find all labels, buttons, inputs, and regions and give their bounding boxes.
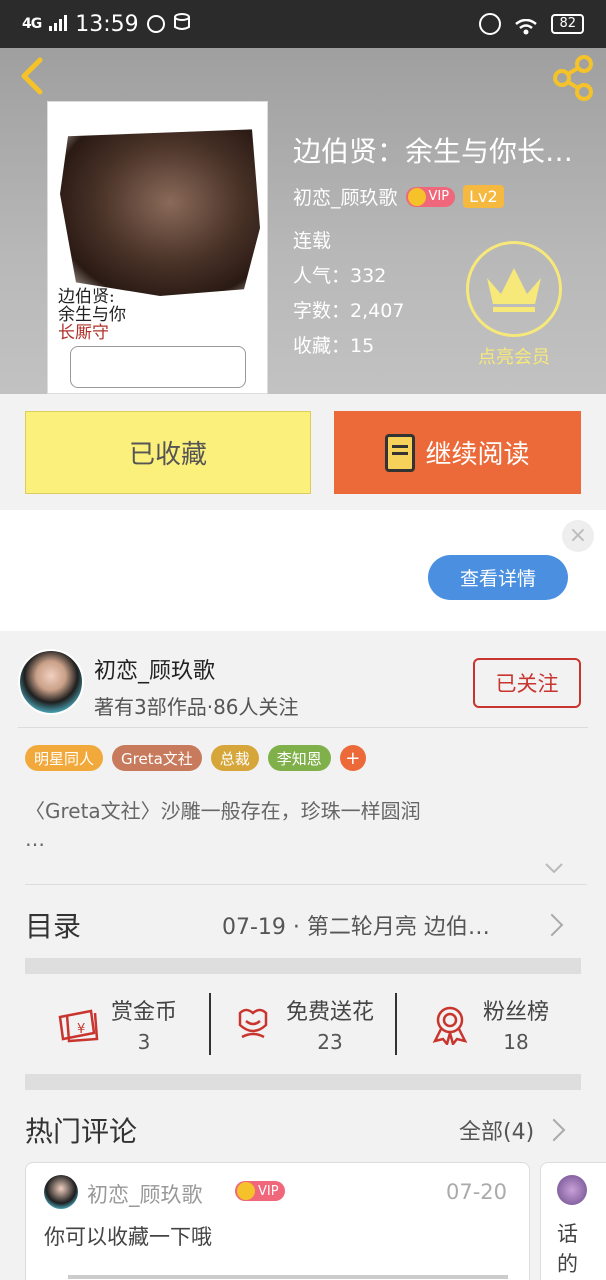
action-bar: 已收藏 继续阅读 [0, 394, 606, 510]
author-card: 初恋_顾玖歌 著有3部作品·86人关注 已关注 明星同人 Greta文社 总裁 … [0, 631, 606, 891]
chevron-right-icon [540, 913, 564, 937]
flower-label: 免费送花 [285, 1000, 374, 1025]
divider [25, 884, 587, 885]
book-popularity: 人气：332 [293, 265, 387, 287]
clock: 13:59 [75, 11, 139, 37]
reward-label: 赏金币 [110, 1000, 177, 1025]
battery-indicator: 82 [551, 14, 584, 34]
fans-label: 粉丝榜 [482, 1000, 549, 1025]
red-envelope-icon: ¥ [58, 1009, 99, 1043]
commenter-avatar[interactable] [44, 1175, 78, 1209]
section-separator [25, 958, 581, 974]
continue-reading-label: 继续阅读 [425, 440, 530, 470]
scroll-indicator [68, 1275, 508, 1279]
divider [18, 727, 588, 728]
book-cover[interactable]: 边伯贤: 余生与你 长厮守 [47, 101, 268, 394]
cover-title: 边伯贤: 余生与你 长厮守 [58, 287, 126, 343]
crown-icon [466, 241, 562, 337]
ad-banner: × 查看详情 [0, 510, 606, 631]
tag-list: 明星同人 Greta文社 总裁 李知恩 + [25, 745, 366, 771]
book-word-count: 字数：2,407 [293, 300, 405, 322]
stats-row: ¥ 赏金币 3 免费送花 23 粉丝榜 18 [25, 974, 581, 1074]
author-name[interactable]: 初恋_顾玖歌 [94, 653, 215, 685]
comment-card[interactable]: 初恋_顾玖歌 VIP 07-20 你可以收藏一下哦 [25, 1162, 530, 1280]
wifi-icon [515, 16, 538, 35]
share-button[interactable] [550, 54, 598, 102]
send-flower-button[interactable]: 免费送花 23 [209, 993, 395, 1055]
author-stats: 著有3部作品·86人关注 [94, 695, 299, 719]
book-status: 连载 [293, 230, 332, 252]
crown-icon [237, 1182, 255, 1200]
chevron-left-icon [21, 57, 43, 95]
member-label: 点亮会员 [478, 347, 550, 368]
comment-text: 你可以收藏一下哦 [44, 1225, 212, 1249]
commenter-name[interactable]: 初恋_顾玖歌 [87, 1179, 203, 1209]
comment-card[interactable]: 话的 [540, 1162, 606, 1280]
svg-text:¥: ¥ [77, 1022, 85, 1037]
fans-value: 18 [503, 1030, 529, 1054]
reward-value: 3 [137, 1030, 151, 1054]
member-button[interactable]: 点亮会员 [466, 241, 562, 369]
notification-icon [146, 15, 165, 33]
latest-chapter: 07-19 · 第二轮月亮 边伯… [222, 915, 490, 940]
hot-comments-title: 热门评论 [25, 1115, 138, 1148]
section-separator [25, 1074, 581, 1090]
author-avatar[interactable] [18, 649, 84, 715]
share-icon [553, 55, 593, 101]
flower-value: 23 [317, 1030, 343, 1054]
commenter-avatar[interactable] [557, 1175, 587, 1205]
catalog-title: 目录 [25, 910, 82, 943]
book-icon [385, 433, 416, 472]
comment-text: 话的 [557, 1222, 578, 1276]
chevron-right-icon[interactable] [542, 1118, 566, 1142]
vip-badge: VIP [405, 186, 456, 207]
flower-icon [238, 1008, 268, 1039]
continue-reading-button[interactable]: 继续阅读 [334, 411, 581, 494]
tag-item[interactable]: 明星同人 [25, 745, 104, 771]
book-header: 边伯贤: 余生与你 长厮守 边伯贤：余生与你长… 初恋_顾玖歌 VIP Lv2 … [0, 48, 606, 394]
chevron-down-icon[interactable] [545, 859, 563, 877]
cover-caption-box [70, 346, 246, 388]
medal-icon [432, 1006, 468, 1045]
alarm-icon [479, 13, 502, 35]
comment-date: 07-20 [446, 1180, 508, 1204]
tag-item[interactable]: 李知恩 [267, 745, 331, 771]
vip-badge: VIP [235, 1181, 285, 1201]
book-author-row: 初恋_顾玖歌 VIP Lv2 [293, 183, 504, 210]
tag-item[interactable]: Greta文社 [112, 745, 202, 771]
tag-item[interactable]: 总裁 [210, 745, 259, 771]
reward-coins-button[interactable]: ¥ 赏金币 3 [25, 993, 209, 1055]
crown-icon [407, 187, 426, 206]
all-comments-link[interactable]: 全部(4) [459, 1114, 534, 1146]
view-details-button[interactable]: 查看详情 [428, 555, 568, 600]
collected-button[interactable]: 已收藏 [25, 411, 311, 494]
back-button[interactable] [14, 56, 54, 96]
followed-button[interactable]: 已关注 [473, 658, 581, 708]
storage-icon [173, 12, 191, 36]
add-tag-button[interactable]: + [339, 745, 366, 771]
close-icon[interactable]: × [562, 520, 594, 552]
catalog-row[interactable]: 目录 07-19 · 第二轮月亮 边伯… [0, 891, 606, 958]
book-author[interactable]: 初恋_顾玖歌 [293, 183, 398, 210]
network-indicator: 4G [22, 16, 42, 32]
fans-ranking-button[interactable]: 粉丝榜 18 [395, 993, 581, 1055]
book-favorites: 收藏：15 [293, 335, 375, 357]
cover-photo [60, 129, 260, 296]
book-description[interactable]: 〈Greta文社〉沙雕一般存在，珍珠一样圆润 … [25, 797, 585, 853]
level-badge: Lv2 [463, 185, 504, 208]
signal-icon [49, 12, 68, 36]
status-bar: 4G 13:59 82 [0, 0, 606, 48]
book-title: 边伯贤：余生与你长… [293, 135, 574, 168]
